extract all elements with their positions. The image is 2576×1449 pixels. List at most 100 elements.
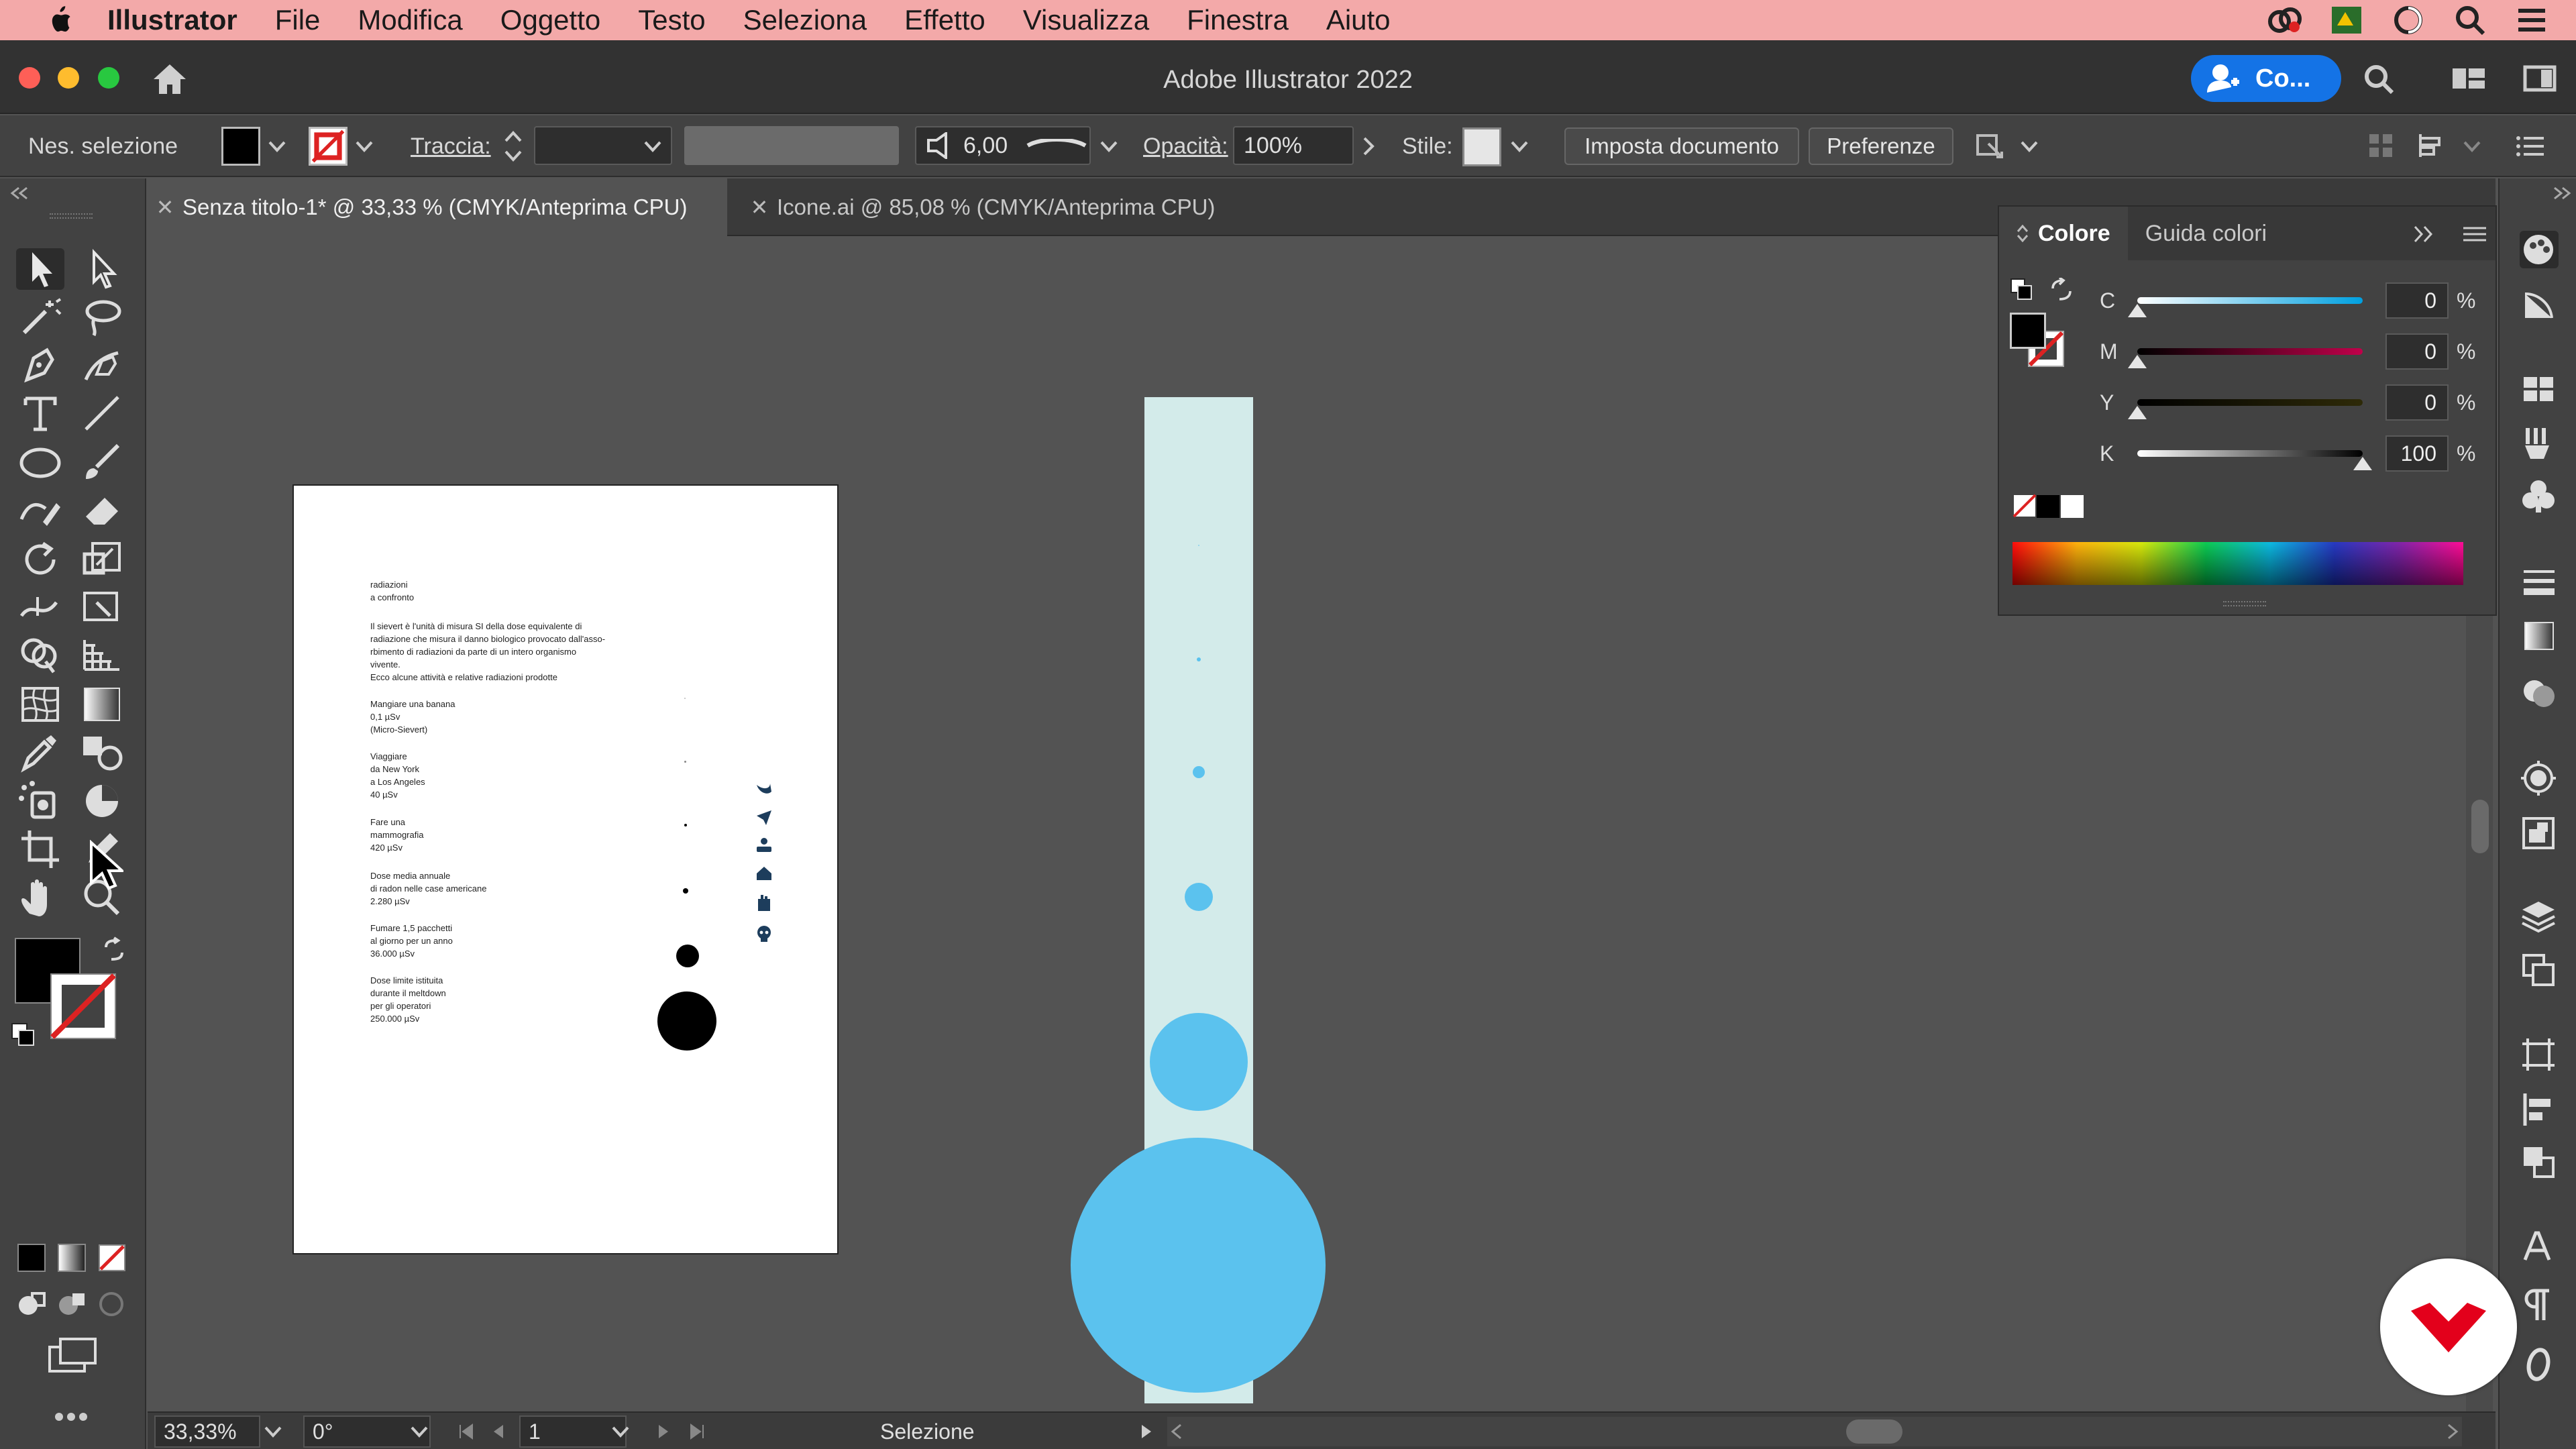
- cyan-value[interactable]: 0: [2385, 282, 2449, 319]
- chevron-down-icon[interactable]: [264, 1425, 282, 1438]
- magenta-slider[interactable]: [2128, 348, 2363, 368]
- no-stroke-icon[interactable]: [309, 127, 347, 166]
- chevron-down-icon[interactable]: [612, 1425, 629, 1438]
- color-mode-button[interactable]: [17, 1244, 46, 1272]
- selection-tool-icon[interactable]: [16, 248, 64, 290]
- expand-panel-icon[interactable]: [2412, 225, 2435, 243]
- symbol-sprayer-tool-icon[interactable]: [16, 780, 64, 821]
- fill-swatch[interactable]: [221, 115, 286, 177]
- color-guide-icon[interactable]: [2520, 286, 2559, 323]
- direct-selection-tool-icon[interactable]: [78, 248, 126, 290]
- blend-tool-icon[interactable]: [78, 731, 126, 773]
- close-tab-icon[interactable]: ✕: [148, 195, 182, 220]
- panel-grip[interactable]: [50, 213, 93, 219]
- curvature-tool-icon[interactable]: [78, 345, 126, 386]
- menu-effetto[interactable]: Effetto: [904, 4, 985, 36]
- stroke-weight-field[interactable]: [534, 126, 672, 165]
- share-button[interactable]: Co...: [2191, 55, 2341, 102]
- menu-app-name[interactable]: Illustrator: [107, 4, 237, 36]
- opacity-field[interactable]: 100%: [1233, 126, 1354, 165]
- change-screen-mode-icon[interactable]: [47, 1336, 97, 1377]
- pen-tool-icon[interactable]: [16, 345, 64, 386]
- dose-dot-2[interactable]: [684, 761, 686, 763]
- artboard-number-field[interactable]: 1: [519, 1415, 627, 1448]
- color-panel-icon[interactable]: [2520, 231, 2559, 268]
- current-tool-status[interactable]: Selezione: [880, 1413, 975, 1449]
- eyedropper-tool-icon[interactable]: [16, 731, 64, 773]
- document-setup-button[interactable]: Imposta documento: [1564, 127, 1799, 165]
- cigarette-pack-icon[interactable]: [755, 895, 773, 911]
- radiation-skull-icon[interactable]: [755, 926, 773, 942]
- blue-dose-dot-3[interactable]: [1193, 766, 1205, 778]
- white-color-swatch[interactable]: [2061, 495, 2084, 518]
- blue-dose-dot-5[interactable]: [1150, 1013, 1248, 1111]
- more-tools-icon[interactable]: [54, 1410, 90, 1424]
- spotlight-search-icon[interactable]: [2453, 4, 2487, 36]
- tab-guida-colori[interactable]: Guida colori: [2128, 207, 2284, 260]
- column-graph-tool-icon[interactable]: [78, 780, 126, 821]
- apple-icon[interactable]: [40, 5, 80, 35]
- blue-dose-dot-1[interactable]: [1198, 545, 1199, 546]
- chevron-down-icon[interactable]: [268, 140, 286, 153]
- swap-fill-stroke-icon[interactable]: [101, 936, 127, 963]
- menu-visualizza[interactable]: Visualizza: [1023, 4, 1149, 36]
- chevron-down-icon[interactable]: [1100, 140, 1118, 153]
- rotate-tool-icon[interactable]: [16, 538, 64, 580]
- black-color-swatch[interactable]: [2037, 495, 2059, 518]
- artboard-tool-icon[interactable]: [16, 828, 64, 869]
- airplane-icon[interactable]: [755, 809, 773, 825]
- slider-thumb[interactable]: [2128, 355, 2147, 368]
- line-segment-tool-icon[interactable]: [78, 393, 126, 435]
- variable-width-profile[interactable]: [684, 126, 899, 165]
- panel-menu-icon[interactable]: [2514, 133, 2545, 160]
- swap-colors-icon[interactable]: [2049, 278, 2074, 302]
- status-menu-arrow-icon[interactable]: [1139, 1424, 1154, 1440]
- stroke-stepper-icon[interactable]: [503, 127, 523, 165]
- blue-dose-dot-4[interactable]: [1185, 883, 1213, 911]
- transparency-icon[interactable]: [2520, 675, 2559, 712]
- chevron-down-icon[interactable]: [2021, 140, 2038, 153]
- status-app-icon[interactable]: [2329, 4, 2364, 36]
- menu-file[interactable]: File: [275, 4, 321, 36]
- stroke-panel-icon[interactable]: [2520, 564, 2559, 601]
- menu-seleziona[interactable]: Seleziona: [743, 4, 867, 36]
- chevron-down-icon[interactable]: [411, 1425, 428, 1438]
- stroke-label[interactable]: Traccia:: [411, 115, 491, 177]
- horizontal-scrollbar[interactable]: [1167, 1417, 2462, 1446]
- menu-modifica[interactable]: Modifica: [358, 4, 462, 36]
- layers-icon[interactable]: [2520, 898, 2559, 935]
- arrange-documents-icon[interactable]: [2451, 63, 2486, 94]
- tab-colore[interactable]: Colore: [1999, 207, 2128, 260]
- lasso-tool-icon[interactable]: [78, 297, 126, 338]
- chevron-down-icon[interactable]: [644, 140, 661, 153]
- graphic-style-swatch[interactable]: [1462, 127, 1501, 166]
- hand-tool-icon[interactable]: [16, 876, 64, 918]
- magic-wand-tool-icon[interactable]: [16, 297, 64, 338]
- perspective-grid-tool-icon[interactable]: [78, 635, 126, 676]
- chevron-right-icon[interactable]: [1362, 137, 1375, 156]
- default-fill-stroke-icon[interactable]: [9, 1021, 36, 1048]
- dose-dot-6[interactable]: [657, 991, 716, 1051]
- blue-dose-dot-6[interactable]: [1071, 1138, 1326, 1393]
- scrollbar-thumb[interactable]: [2471, 800, 2489, 853]
- transform-panel-icon[interactable]: [2520, 1036, 2559, 1073]
- menu-finestra[interactable]: Finestra: [1187, 4, 1289, 36]
- preferences-button[interactable]: Preferenze: [1809, 127, 1953, 165]
- width-tool-icon[interactable]: [16, 586, 64, 628]
- opacity-label[interactable]: Opacità:: [1143, 115, 1228, 177]
- slider-thumb[interactable]: [2128, 304, 2147, 317]
- brush-definition-field[interactable]: 6,00: [915, 126, 1091, 165]
- character-icon[interactable]: [2520, 1228, 2559, 1265]
- free-transform-tool-icon[interactable]: [78, 586, 126, 628]
- menu-oggetto[interactable]: Oggetto: [500, 4, 600, 36]
- stroke-swatch[interactable]: [309, 115, 373, 177]
- previous-artboard-icon[interactable]: [491, 1424, 506, 1440]
- cyan-slider[interactable]: [2128, 297, 2363, 317]
- slider-thumb[interactable]: [2353, 457, 2372, 470]
- symbols-icon[interactable]: [2520, 478, 2559, 515]
- align-panel-icon[interactable]: [2520, 1091, 2559, 1128]
- none-mode-button[interactable]: [98, 1244, 126, 1272]
- blue-dose-dot-2[interactable]: [1197, 657, 1201, 661]
- draw-inside-icon[interactable]: [97, 1291, 127, 1318]
- scroll-right-icon[interactable]: [2446, 1424, 2459, 1440]
